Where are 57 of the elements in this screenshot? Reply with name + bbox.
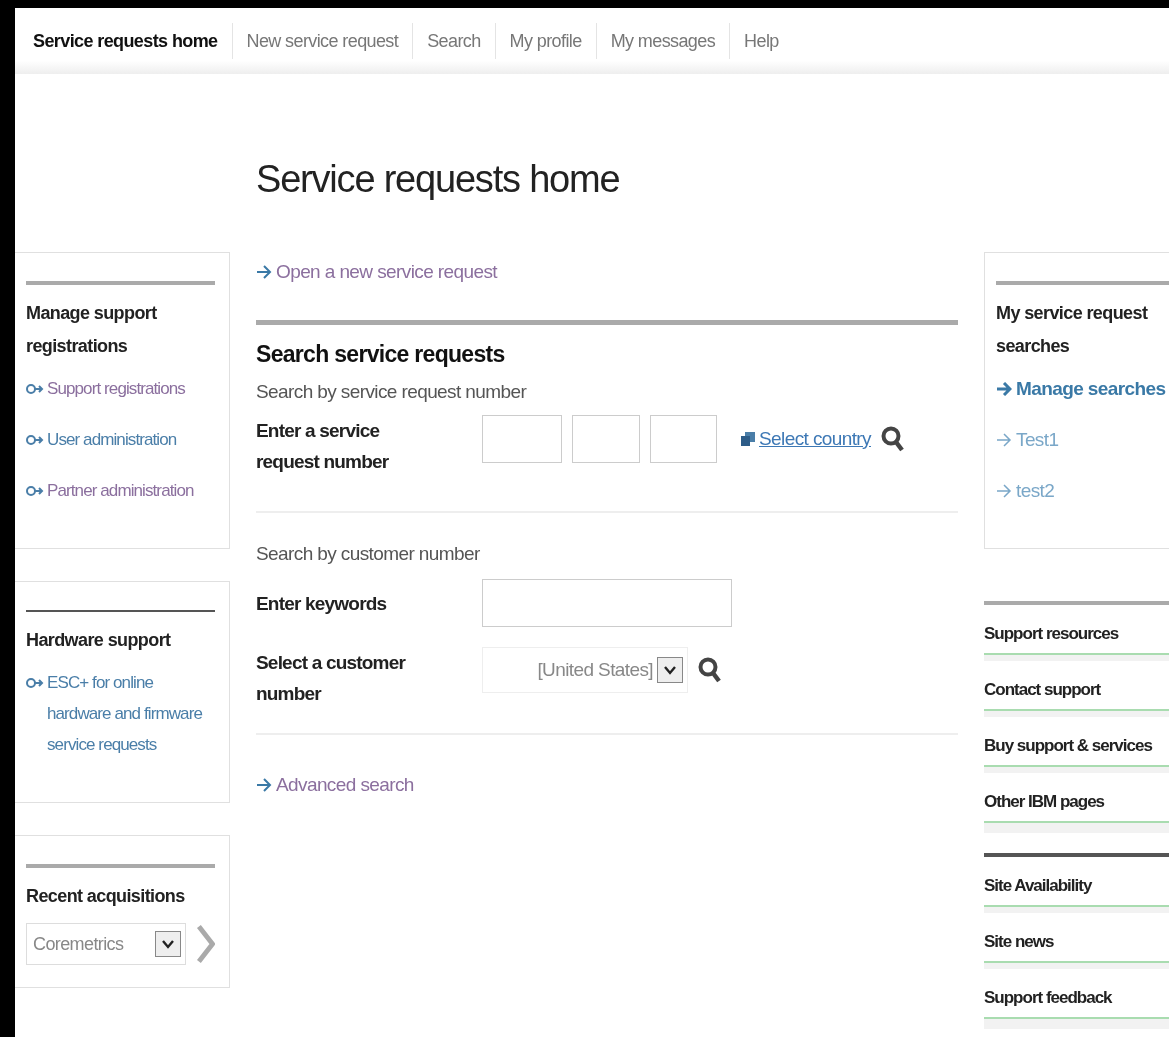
select-country-link[interactable]: Select country: [741, 428, 871, 450]
search-link[interactable]: test2: [996, 475, 1169, 506]
panel-title: Hardware support: [26, 629, 172, 652]
field-label: Select a customer number: [256, 651, 407, 706]
dropdown-button[interactable]: [657, 657, 683, 683]
chevron-right-icon[interactable]: [195, 924, 215, 964]
input-field[interactable]: [482, 415, 562, 463]
panel-title: Manage support registrations: [26, 302, 158, 358]
customer-select[interactable]: [United States]: [482, 647, 688, 693]
subsection-title: Search by customer number: [256, 542, 481, 566]
list-link[interactable]: Site Availability: [984, 857, 1169, 907]
arrow-icon: [996, 381, 1012, 396]
arrow-icon: [256, 265, 272, 279]
arrow-icon: [256, 778, 272, 792]
nav-tab[interactable]: My messages: [596, 23, 731, 59]
caret-icon: [161, 939, 174, 949]
search-icon[interactable]: [698, 656, 722, 684]
list-link[interactable]: Support feedback: [984, 969, 1169, 1019]
list-link[interactable]: Other IBM pages: [984, 773, 1169, 823]
acquisition-select[interactable]: Coremetrics: [26, 923, 186, 965]
nav-tab[interactable]: Help: [730, 23, 793, 59]
caret-icon: [664, 665, 676, 675]
arrow-icon: [26, 383, 44, 395]
page-title: Service requests home: [256, 157, 621, 202]
open-request-link[interactable]: Open a new service request: [256, 252, 958, 292]
list-link[interactable]: Site news: [984, 913, 1169, 963]
list-link[interactable]: Contact support: [984, 661, 1169, 711]
list-link[interactable]: Support resources: [984, 605, 1169, 655]
arrow-icon: [26, 434, 44, 446]
section-heading: Search service requests: [256, 320, 958, 371]
nav-tab[interactable]: Service requests home: [19, 23, 233, 59]
nav-tab[interactable]: Search: [413, 23, 496, 59]
advanced-search-link[interactable]: Advanced search: [256, 765, 958, 805]
panel-title: My service request searches: [996, 302, 1149, 358]
dropdown-button[interactable]: [154, 931, 181, 957]
arrow-icon: [996, 483, 1012, 498]
search-icon[interactable]: [881, 425, 905, 453]
sidebar-link[interactable]: Partner administration: [26, 475, 215, 506]
list-link[interactable]: Buy support & services: [984, 717, 1169, 767]
field-label: Enter keywords: [256, 591, 388, 616]
subsection-title: Search by service request number: [256, 380, 528, 404]
search-link[interactable]: Test1: [996, 424, 1169, 455]
arrow-icon: [26, 677, 44, 689]
sidebar-link[interactable]: ESC+ for online hardware and firmware service requests: [26, 667, 215, 760]
keywords-field[interactable]: [482, 579, 732, 627]
field-label: Enter a service request number: [256, 419, 390, 474]
search-link[interactable]: Manage searches: [996, 373, 1169, 404]
arrow-icon: [26, 485, 44, 497]
nav-tab[interactable]: New service request: [232, 23, 414, 59]
sidebar-link[interactable]: Support registrations: [26, 373, 215, 404]
arrow-icon: [996, 432, 1012, 447]
input-field[interactable]: [650, 415, 717, 463]
nav-tab[interactable]: My profile: [495, 23, 597, 59]
sidebar-link[interactable]: User administration: [26, 424, 215, 455]
panel-title: Recent acquisitions: [26, 885, 186, 908]
window-icon: [741, 432, 755, 446]
input-field[interactable]: [572, 415, 640, 463]
